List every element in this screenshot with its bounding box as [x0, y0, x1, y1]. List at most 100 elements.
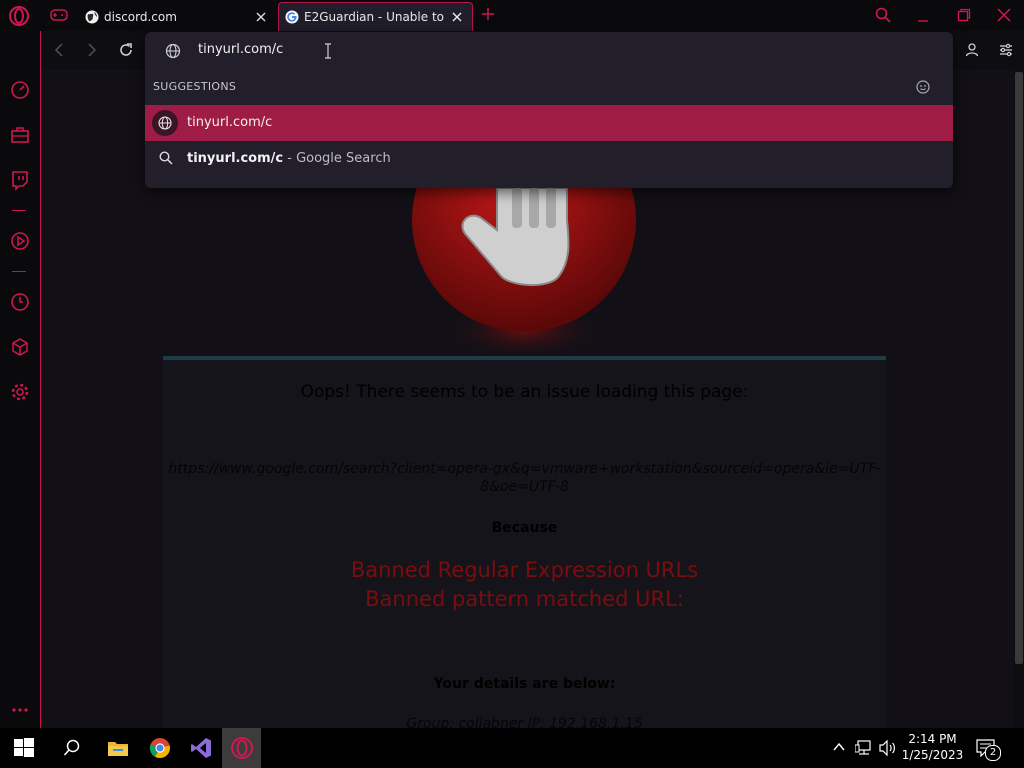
windows-logo-icon: [14, 738, 34, 757]
back-button[interactable]: [52, 42, 66, 58]
text-cursor-icon: [325, 43, 331, 59]
close-tab-icon[interactable]: [254, 10, 268, 24]
cube-icon: [12, 338, 28, 356]
briefcase-icon: [11, 127, 29, 143]
easy-setup-button[interactable]: [998, 42, 1014, 58]
start-button[interactable]: [4, 733, 44, 763]
scrollbar-thumb[interactable]: [1015, 72, 1023, 664]
globe-icon: [165, 43, 181, 59]
forward-button[interactable]: [85, 42, 99, 58]
sidebar-more[interactable]: [9, 699, 31, 721]
sidebar: [0, 31, 41, 728]
close-tab-icon[interactable]: [450, 10, 464, 24]
close-window-button[interactable]: [997, 8, 1011, 22]
clock-date: 1/25/2023: [901, 748, 964, 762]
suggestion-text: tinyurl.com/c: [187, 115, 273, 130]
opera-gx-menu-button[interactable]: [8, 5, 30, 27]
because-label: Because: [491, 520, 558, 536]
sidebar-divider: [12, 210, 26, 211]
opera-logo-icon: [9, 6, 29, 26]
arrow-right-icon: [88, 43, 97, 57]
visual-studio-icon: [191, 738, 211, 758]
action-center-button[interactable]: 2: [976, 739, 1001, 761]
tab-title: E2Guardian - Unable to loa: [304, 10, 446, 24]
clock[interactable]: 2:14 PM 1/25/2023: [900, 731, 965, 763]
opera-gx-icon: [230, 737, 253, 759]
globe-favicon-icon: [85, 10, 99, 23]
sidebar-settings[interactable]: [9, 381, 31, 403]
suggestions-heading: SUGGESTIONS: [153, 80, 237, 93]
error-card: Oops! There seems to be an issue loading…: [163, 356, 886, 728]
sidebar-extensions[interactable]: [9, 336, 31, 358]
suggestion-item-url[interactable]: tinyurl.com/c: [145, 105, 953, 141]
chrome-button[interactable]: [140, 733, 180, 763]
taskbar-search-button[interactable]: [52, 733, 92, 763]
volume-button[interactable]: [879, 740, 897, 756]
gear-icon: [11, 383, 29, 401]
close-icon: [997, 8, 1011, 22]
suggestion-item-search[interactable]: tinyurl.com/c - Google Search: [145, 142, 953, 176]
file-explorer-button[interactable]: [98, 733, 138, 763]
chevron-up-icon: [833, 742, 845, 751]
visual-studio-button[interactable]: [181, 733, 221, 763]
show-hidden-icons-button[interactable]: [832, 740, 846, 754]
opera-gx-taskbar-button[interactable]: [222, 728, 261, 768]
google-favicon-icon: [285, 10, 299, 24]
profile-button[interactable]: [965, 42, 979, 58]
sidebar-twitch[interactable]: [9, 169, 31, 191]
plus-icon: [482, 8, 494, 20]
search-icon: [159, 151, 173, 165]
clock-icon: [11, 293, 29, 311]
suggestion-suffix: - Google Search: [283, 151, 391, 166]
details-value: Group: collabner IP: 192.168.1.15: [406, 716, 643, 728]
chrome-icon: [149, 738, 170, 758]
gx-controls-button[interactable]: [50, 8, 68, 22]
sidebar-divider: [12, 271, 26, 272]
network-icon: [855, 740, 871, 755]
more-dots-icon: [12, 708, 28, 712]
minimize-button[interactable]: [916, 9, 930, 23]
suggestion-text: tinyurl.com/c - Google Search: [187, 151, 391, 166]
speaker-icon: [879, 740, 895, 756]
details-label: Your details are below:: [433, 676, 616, 692]
address-bar-dropdown: tinyurl.com/c SUGGESTIONS tinyurl.com/c …: [145, 32, 953, 188]
gamepad-icon: [50, 9, 68, 21]
windows-taskbar: 2:14 PM 1/25/2023 2: [0, 728, 1024, 768]
minimize-icon: [918, 20, 928, 22]
sidebar-gx-control[interactable]: [9, 79, 31, 101]
sidebar-player[interactable]: [9, 230, 31, 252]
search-icon: [875, 7, 891, 23]
arrow-left-icon: [54, 43, 63, 57]
restore-button[interactable]: [957, 8, 971, 22]
address-input[interactable]: tinyurl.com/c: [198, 42, 283, 57]
play-circle-icon: [11, 232, 29, 250]
speedometer-icon: [11, 81, 29, 99]
block-reason-line1: Banned Regular Expression URLs: [350, 558, 699, 582]
sidebar-gx-corner[interactable]: [9, 124, 31, 146]
tab-e2guardian[interactable]: E2Guardian - Unable to loa: [278, 2, 473, 31]
new-tab-button[interactable]: [481, 7, 495, 21]
reload-button[interactable]: [118, 42, 134, 58]
block-reason-line2: Banned pattern matched URL:: [365, 587, 684, 611]
user-icon: [965, 43, 979, 57]
restore-icon: [957, 8, 971, 22]
tab-title: discord.com: [104, 9, 177, 24]
search-icon: [63, 739, 80, 756]
sidebar-history[interactable]: [9, 291, 31, 313]
suggestion-query: tinyurl.com/c: [187, 151, 284, 166]
tab-strip: discord.com E2Guardian - Unable to loa: [0, 0, 1024, 31]
notification-badge: 2: [985, 745, 1001, 761]
tab-discord[interactable]: discord.com: [80, 2, 276, 31]
clock-time: 2:14 PM: [908, 732, 957, 746]
blocked-url: https://www.google.com/search?client=ope…: [168, 461, 881, 495]
globe-icon: [158, 116, 172, 130]
emoji-icon[interactable]: [916, 80, 930, 94]
folder-icon: [108, 742, 128, 756]
search-tabs-button[interactable]: [875, 7, 891, 23]
network-button[interactable]: [855, 740, 873, 756]
stop-hand-graphic: [412, 180, 636, 360]
reload-icon: [120, 43, 132, 56]
twitch-icon: [12, 171, 28, 191]
error-heading: Oops! There seems to be an issue loading…: [300, 382, 749, 402]
sliders-icon: [1000, 43, 1012, 57]
